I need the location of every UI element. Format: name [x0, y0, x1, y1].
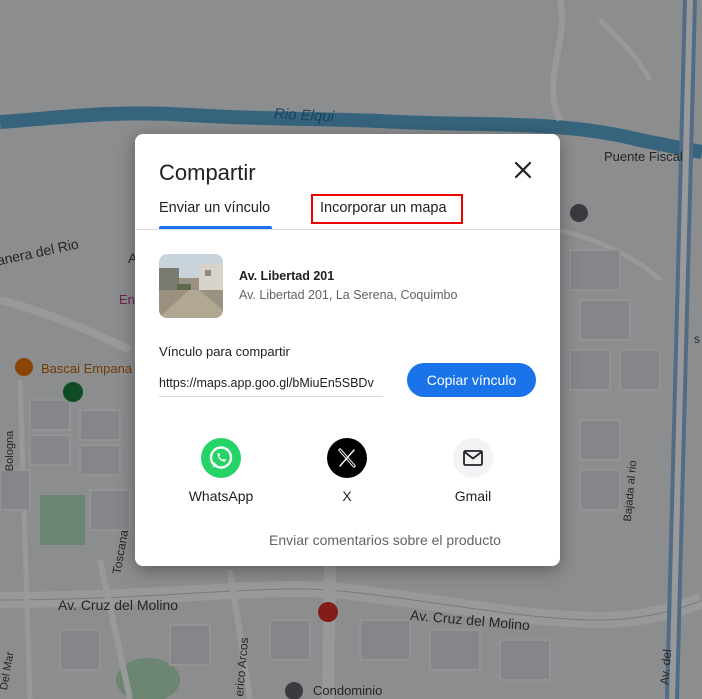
share-gmail-button[interactable]: Gmail: [423, 438, 523, 504]
mail-icon: [453, 438, 493, 478]
tab-highlight-box: [311, 194, 463, 224]
place-thumbnail: [159, 254, 223, 318]
share-link-field[interactable]: [159, 370, 383, 397]
tab-send-link[interactable]: Enviar un vínculo: [159, 200, 270, 216]
dialog-title: Compartir: [159, 160, 256, 185]
x-icon: [327, 438, 367, 478]
share-whatsapp-label: WhatsApp: [188, 488, 254, 504]
whatsapp-icon: [201, 438, 241, 478]
send-feedback-link[interactable]: Enviar comentarios sobre el producto: [269, 532, 501, 548]
share-x-label: X: [342, 488, 352, 504]
place-address: Av. Libertad 201, La Serena, Coquimbo: [239, 288, 458, 302]
share-link-label: Vínculo para compartir: [159, 344, 290, 359]
tabs-divider: [135, 229, 560, 230]
close-icon: [514, 161, 532, 179]
share-whatsapp-button[interactable]: WhatsApp: [171, 438, 271, 504]
share-gmail-label: Gmail: [454, 488, 492, 504]
copy-link-button[interactable]: Copiar vínculo: [407, 363, 536, 397]
share-x-button[interactable]: X: [297, 438, 397, 504]
place-name: Av. Libertad 201: [239, 269, 335, 283]
close-button[interactable]: [509, 156, 537, 184]
share-dialog: Compartir Enviar un vínculo Incorporar u…: [135, 134, 560, 566]
